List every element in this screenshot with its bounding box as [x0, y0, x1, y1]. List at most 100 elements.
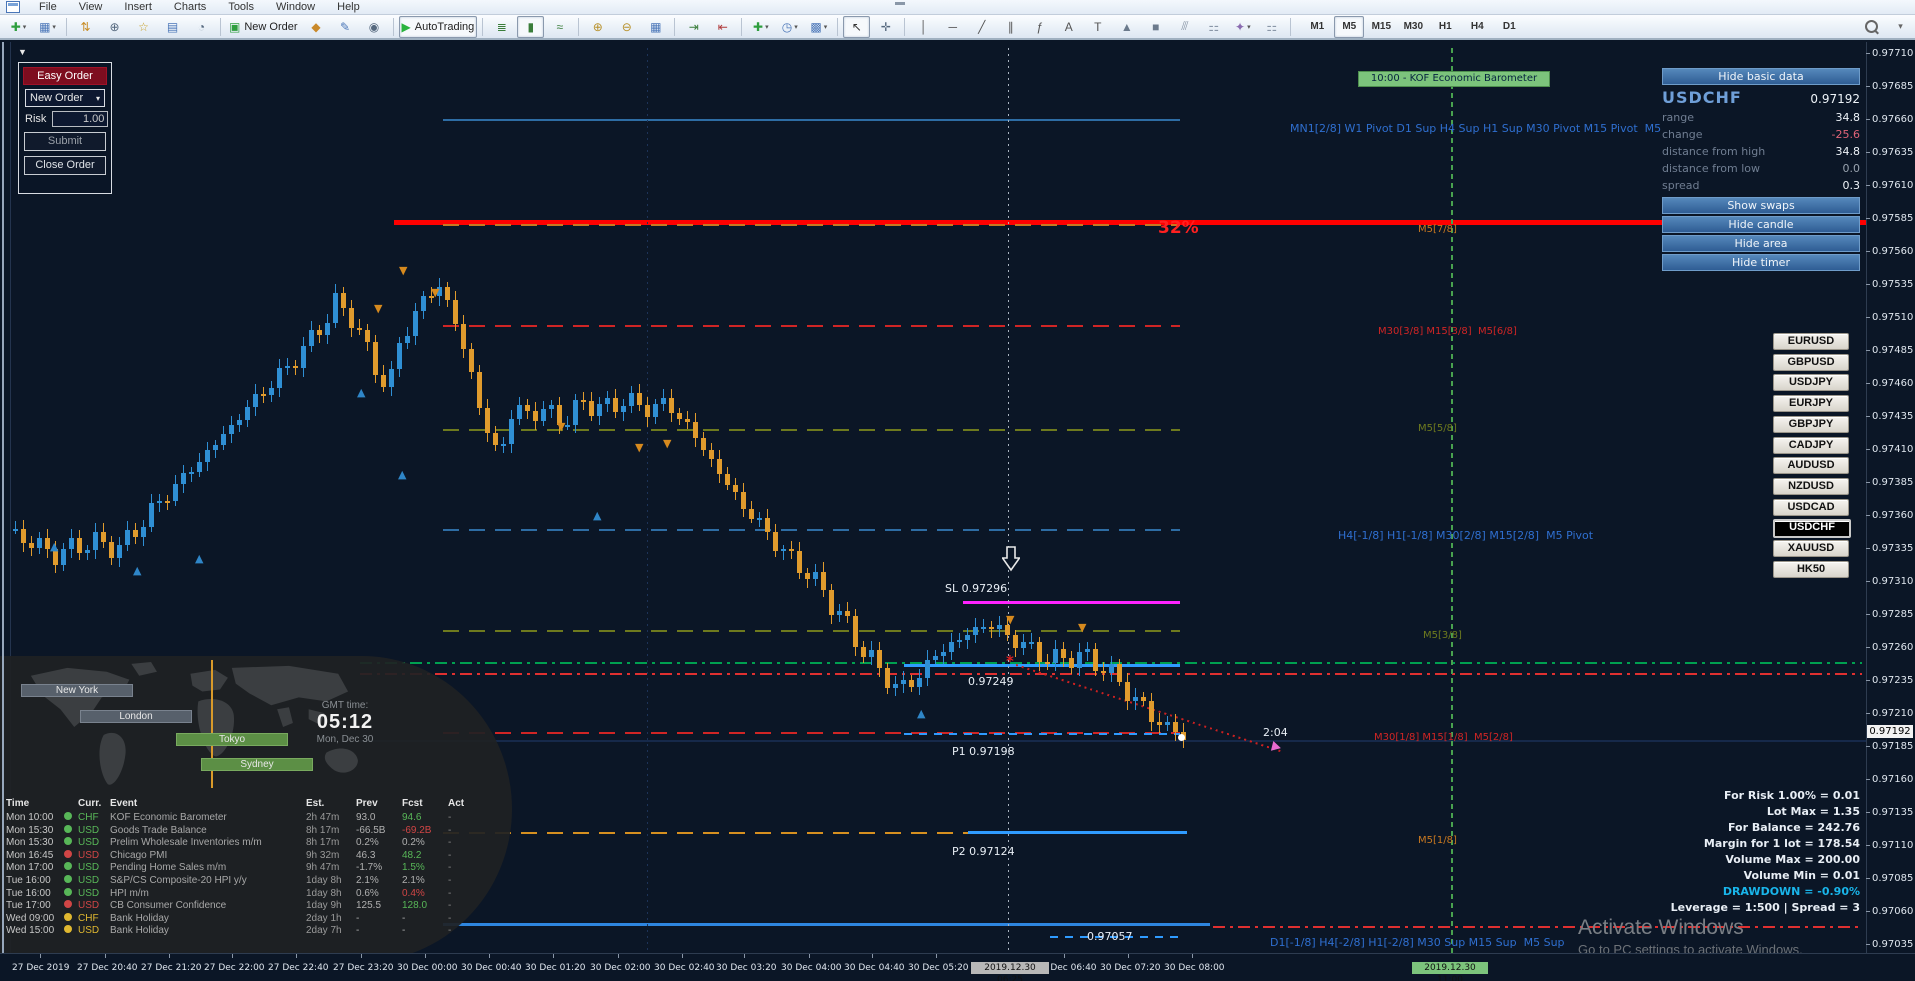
crosshair-button[interactable]: ✛	[872, 16, 899, 38]
price-label: 0.97310	[1872, 576, 1914, 587]
timeframe-h1[interactable]: H1	[1430, 16, 1460, 38]
timeframe-m30[interactable]: M30	[1398, 16, 1428, 38]
hide-area-button[interactable]: Hide area	[1662, 235, 1860, 252]
symbol-button-usdjpy[interactable]: USDJPY	[1773, 374, 1849, 392]
arrow-object-button[interactable]: ▲	[1113, 16, 1140, 38]
impact-dot	[64, 824, 72, 833]
tile-windows-button[interactable]: ▦	[642, 16, 669, 38]
menu-item-insert[interactable]: Insert	[113, 1, 163, 13]
hatch-button[interactable]: ⫻	[1171, 16, 1198, 38]
risk-input[interactable]	[52, 111, 109, 127]
chart-shift-button[interactable]: ⇤	[709, 16, 736, 38]
close-order-button[interactable]: Close Order	[24, 156, 106, 175]
autotrading-icon: ▶	[401, 19, 411, 34]
timeframe-m15[interactable]: M15	[1366, 16, 1396, 38]
show-swaps-button[interactable]: Show swaps	[1662, 197, 1860, 214]
impact-dot	[64, 812, 72, 820]
dots-button[interactable]: ⚏	[1258, 16, 1285, 38]
zoom-in-button[interactable]: ⊕	[584, 16, 611, 38]
symbol-button-audusd[interactable]: AUDUSD	[1773, 457, 1849, 475]
text-button[interactable]: A	[1055, 16, 1082, 38]
panel-collapse-icon[interactable]: ▼	[18, 47, 27, 57]
symbol-button-cadjpy[interactable]: CADJPY	[1773, 436, 1849, 454]
price-tick	[1866, 251, 1870, 252]
menu-item-window[interactable]: Window	[265, 1, 326, 13]
line-chart-button[interactable]: ≈	[546, 16, 573, 38]
data-window-button[interactable]: ⊕	[101, 16, 128, 38]
time-tick	[682, 954, 683, 958]
shapes-button[interactable]: ■	[1142, 16, 1169, 38]
webinar-button[interactable]: ◉	[361, 16, 388, 38]
label-button[interactable]: T	[1084, 16, 1111, 38]
candle-body	[245, 407, 250, 421]
timeframe-m5[interactable]: M5	[1334, 15, 1365, 38]
timeframe-h4[interactable]: H4	[1462, 16, 1492, 38]
vline-button[interactable]: │	[910, 16, 937, 38]
news-cell: 1.5%	[402, 862, 425, 874]
fibonacci-button[interactable]: ƒ	[1026, 16, 1053, 38]
terminal-button[interactable]: ▤	[159, 16, 186, 38]
navigator-button[interactable]: ☆	[130, 16, 157, 38]
grid-button[interactable]: ⚏	[1200, 16, 1227, 38]
candle-body	[533, 410, 538, 422]
symbol-button-eurusd[interactable]: EURUSD	[1773, 333, 1849, 350]
time-axis[interactable]: 27 Dec 2019 27 Dec 20:40 27 Dec 21:20 27 De…	[0, 953, 1915, 981]
submit-button[interactable]: Submit	[24, 132, 106, 151]
trendline-button[interactable]: ╱	[968, 16, 995, 38]
candle-body	[589, 401, 594, 416]
symbol-button-nzdusd[interactable]: NZDUSD	[1773, 477, 1849, 495]
new-order-button[interactable]: ▣ New Order	[226, 16, 301, 38]
price-tick	[1866, 350, 1870, 351]
symbol-button-eurjpy[interactable]: EURJPY	[1773, 395, 1849, 413]
chart-label: D1[-1/8] H4[-2/8] H1[-2/8] M30 Sup M15 S…	[1270, 936, 1565, 949]
symbol-button-xauusd[interactable]: XAUUSD	[1773, 540, 1849, 557]
zoom-out-button[interactable]: ⊖	[613, 16, 640, 38]
chevron-down-icon: ▾	[52, 23, 56, 31]
menu-item-charts[interactable]: Charts	[163, 1, 217, 13]
symbol-button-usdcad[interactable]: USDCAD	[1773, 498, 1849, 516]
script-button[interactable]: ◆	[303, 16, 330, 38]
hide-basic-data-button[interactable]: Hide basic data	[1662, 68, 1860, 85]
timeframe-m1[interactable]: M1	[1302, 16, 1332, 38]
indicators-button[interactable]: ✚ ▾	[747, 16, 774, 38]
news-cell: USD	[78, 925, 100, 937]
price-tick	[1866, 647, 1870, 648]
auto-scroll-button[interactable]: ⇥	[680, 16, 707, 38]
cursor-button[interactable]: ↖	[843, 15, 871, 38]
strategy-tester-button[interactable]: ◔	[188, 16, 215, 38]
autotrading-button[interactable]: ▶ AutoTrading	[398, 15, 478, 38]
symbol-button-gbpjpy[interactable]: GBPJPY	[1773, 415, 1849, 433]
new-chart-button[interactable]: ✚ ▾	[5, 16, 32, 38]
hline-button[interactable]: ─	[939, 16, 966, 38]
candle-body	[397, 343, 402, 369]
timeframe-d1[interactable]: D1	[1494, 16, 1524, 38]
metaeditor-button[interactable]: ✎	[332, 16, 359, 38]
hide-candle-button[interactable]: Hide candle	[1662, 216, 1860, 233]
impact-dot	[64, 887, 72, 896]
market-watch-button[interactable]: ⇅	[72, 16, 99, 38]
menu-item-view[interactable]: View	[68, 1, 114, 13]
info-row-value: -25.6	[1831, 128, 1860, 141]
search-icon[interactable]	[1858, 16, 1885, 38]
order-type-select[interactable]: New Order ▾	[25, 89, 105, 107]
menu-item-file[interactable]: File	[28, 1, 68, 13]
candle-body	[485, 407, 490, 433]
arrows-set-button[interactable]: ✦ ▾	[1229, 16, 1256, 38]
toolbar-overflow-icon[interactable]: ▾	[1887, 16, 1914, 38]
periods-button[interactable]: ◷ ▾	[776, 16, 803, 38]
price-label: 0.97060	[1872, 906, 1914, 917]
templates-button[interactable]: ▩ ▾	[805, 16, 832, 38]
profiles-button[interactable]: ▦ ▾	[34, 16, 61, 38]
candlestick-button[interactable]: ▮	[517, 15, 545, 38]
menu-item-tools[interactable]: Tools	[217, 1, 265, 13]
symbol-button-gbpusd[interactable]: GBPUSD	[1773, 353, 1849, 371]
tile-windows-icon: ▦	[650, 19, 662, 34]
terminal-icon: ▤	[166, 19, 179, 34]
candle-body	[629, 392, 634, 407]
hide-timer-button[interactable]: Hide timer	[1662, 254, 1860, 271]
symbol-button-hk50[interactable]: HK50	[1773, 560, 1849, 578]
menu-item-help[interactable]: Help	[326, 1, 371, 13]
bar-chart-button[interactable]: ≣	[488, 16, 515, 38]
channel-button[interactable]: ∥	[997, 16, 1024, 38]
symbol-button-usdchf[interactable]: USDCHF	[1773, 519, 1851, 539]
